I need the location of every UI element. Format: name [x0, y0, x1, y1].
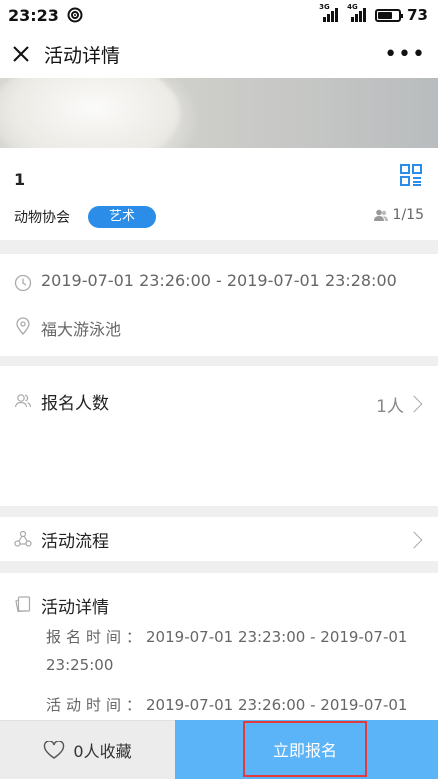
category-badge: 艺术 [88, 206, 156, 228]
chevron-right-icon [405, 395, 423, 413]
status-bar: 23:23 3G 4G 73 [0, 0, 438, 30]
activity-time-value-line1: 2019-07-01 23:26:00 - 2019-07-01 [146, 696, 408, 714]
signal-network-type: 3G [319, 3, 330, 11]
heart-icon [44, 741, 65, 759]
close-icon[interactable] [12, 45, 30, 63]
signal-icon: 4G [347, 3, 369, 22]
bottom-action-bar: 0人收藏 立即报名 [0, 720, 438, 779]
capacity-text: 1/15 [392, 207, 424, 223]
activity-details-label: 活动详情 [41, 598, 109, 618]
activity-time-range: 2019-07-01 23:26:00 - 2019-07-01 23:28:0… [41, 271, 397, 290]
activity-cover-image [0, 78, 438, 148]
clock-icon [14, 274, 32, 292]
signal-network-type: 4G [347, 3, 358, 11]
activity-flow-row[interactable]: 活动流程 [0, 517, 438, 561]
battery-level: 73 [407, 6, 428, 24]
battery-icon [375, 8, 404, 22]
signup-count-label: 报名人数 [41, 394, 109, 414]
people-icon [373, 209, 388, 221]
apply-now-button[interactable]: 立即报名 [243, 721, 367, 777]
activity-details-card: 活动详情 报名时间：2019-07-01 23:23:00 - 2019-07-… [0, 573, 438, 723]
activity-title: 1 [14, 170, 26, 189]
signup-count-value: 1人 [376, 397, 404, 417]
signal-icon: 3G [319, 3, 341, 22]
signup-time-label: 报名时间： [46, 628, 147, 646]
activity-location[interactable]: 福大游泳池 [41, 316, 121, 340]
favorite-button[interactable]: 0人收藏 [0, 720, 175, 779]
page-title: 活动详情 [44, 44, 121, 67]
signup-time-value-line2: 23:25:00 [46, 656, 114, 674]
capacity-indicator: 1/15 [373, 207, 424, 223]
status-left: 23:23 [8, 6, 83, 25]
status-time: 23:23 [8, 5, 59, 25]
activity-flow-label: 活动流程 [41, 532, 109, 552]
favorite-count-label: 0人收藏 [73, 742, 132, 761]
document-icon [15, 596, 31, 613]
more-icon[interactable]: ••• [384, 42, 426, 67]
people-outline-icon [14, 394, 32, 408]
signup-time-value-line1: 2019-07-01 23:23:00 - 2019-07-01 [146, 628, 408, 646]
apply-area[interactable]: 立即报名 [175, 720, 438, 779]
activity-info-card: 1 动物协会 艺术 1/15 [0, 148, 438, 240]
qr-code-icon[interactable] [400, 164, 422, 186]
activity-time-detail: 活动时间：2019-07-01 23:26:00 - 2019-07-01 [46, 691, 424, 719]
signup-count-card[interactable]: 报名人数 1人 [0, 366, 438, 506]
location-pin-icon [16, 317, 30, 335]
time-location-card: 2019-07-01 23:26:00 - 2019-07-01 23:28:0… [0, 254, 438, 356]
chevron-right-icon [405, 531, 423, 549]
activity-time-label: 活动时间： [46, 696, 147, 714]
navigation-bar: 活动详情 ••• [0, 30, 438, 78]
flow-icon [14, 530, 32, 547]
organizer-name: 动物协会 [14, 210, 70, 226]
signup-time-detail: 报名时间：2019-07-01 23:23:00 - 2019-07-01 23… [46, 623, 424, 679]
hotspot-icon [67, 7, 83, 23]
status-right: 3G 4G 73 [319, 3, 428, 24]
